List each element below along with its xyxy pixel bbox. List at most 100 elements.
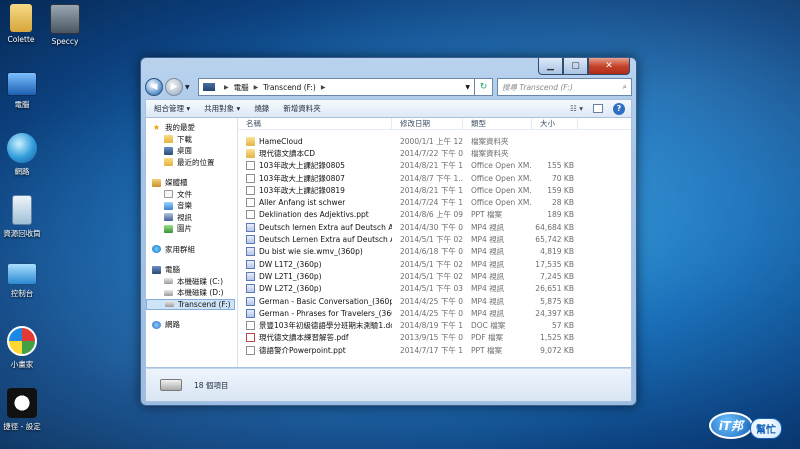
desktop-icon-shortcut[interactable]: 捷徑 - 設定 (0, 388, 47, 432)
file-row[interactable]: Deutsch lernen Extra auf Deutsch Absc...… (238, 221, 631, 233)
breadcrumb-separator[interactable]: ▶ (224, 84, 229, 91)
computer-icon (152, 265, 161, 274)
nav-label: 網路 (165, 320, 180, 330)
search-input[interactable]: 搜尋 Transcend (F:) ⌕ (497, 78, 632, 96)
nav-item-drive-f[interactable]: Transcend (F:) (146, 298, 235, 310)
nav-item-pictures[interactable]: 圖片 (146, 223, 237, 235)
file-size: 28 KB (552, 198, 574, 208)
nav-item-videos[interactable]: 視訊 (146, 212, 237, 224)
column-header-type[interactable]: 類型 (463, 118, 532, 129)
desktop-icon-recycle-bin[interactable]: 資源回收筒 (0, 195, 47, 239)
nav-homegroup[interactable]: 家用群組 (146, 244, 237, 256)
file-name: 現代德文讀本練習解答.pdf (259, 333, 349, 343)
file-row[interactable]: HameCloud 2000/1/1 上午 12... 檔案資料夾 (238, 135, 631, 147)
nav-label: 電腦 (165, 265, 180, 275)
maximize-button[interactable]: ▢ (563, 58, 588, 75)
column-header-date[interactable]: 修改日期 (392, 118, 463, 129)
desktop-icon-control-panel[interactable]: 控制台 (0, 263, 47, 299)
nav-network[interactable]: 網路 (146, 319, 237, 331)
file-size: 159 KB (547, 185, 574, 195)
file-name: German - Phrases for Travelers_(360p) ..… (259, 308, 392, 318)
computer-icon (203, 83, 215, 91)
breadcrumb-drive[interactable]: Transcend (F:) (263, 83, 316, 92)
file-name: DW L2T1_(360p) (259, 271, 322, 281)
mp4-file-icon (246, 308, 255, 318)
column-headers: 名稱 修改日期 類型 大小 (238, 118, 631, 130)
burn-button[interactable]: 燒錄 (254, 103, 269, 114)
column-header-size[interactable]: 大小 (532, 118, 578, 129)
breadcrumb[interactable]: ▶ 電腦 ▶ Transcend (F:) ▶ ▼ (198, 78, 475, 96)
nav-item-drive-c[interactable]: 本機磁碟 (C:) (146, 276, 237, 288)
nav-item-downloads[interactable]: 下載 (146, 134, 237, 146)
file-type: 檔案資料夾 (471, 148, 509, 158)
nav-libraries[interactable]: 媒體櫃 (146, 177, 237, 189)
desktop-icon-label: 捷徑 - 設定 (3, 422, 41, 431)
nav-group-homegroup: 家用群組 (146, 244, 237, 256)
organize-button[interactable]: 組合管理 ▾ (154, 103, 190, 114)
desktop-icon-speccy[interactable]: Speccy (40, 4, 90, 46)
new-folder-button[interactable]: 新增資料夾 (283, 103, 321, 114)
refresh-button[interactable]: ↻ (475, 78, 493, 96)
file-row[interactable]: Du bist wie sie.wmv_(360p) 2014/6/18 下午 0… (238, 246, 631, 258)
file-row[interactable]: DW L2T2_(360p) 2014/5/1 下午 03... MP4 視訊 26,… (238, 283, 631, 295)
file-name-cell: Deutsch Lernen Extra auf Deutsch Absc... (238, 235, 392, 245)
nav-favorites[interactable]: ★ 我的最愛 (146, 122, 237, 134)
nav-group-computer: 電腦 本機磁碟 (C:) 本機磁碟 (D:) Transcend (F:) (146, 264, 237, 310)
file-name: Du bist wie sie.wmv_(360p) (259, 247, 363, 257)
file-date: 2014/8/21 下午 1... (400, 161, 463, 171)
file-row[interactable]: DW L2T1_(360p) 2014/5/1 下午 02... MP4 視訊 7,2… (238, 270, 631, 282)
file-row[interactable]: 現代德文讀本CD 2014/7/22 下午 0... 檔案資料夾 (238, 147, 631, 159)
mp4-file-icon (246, 259, 255, 269)
folder-icon (10, 4, 32, 32)
window-controls: ▁ ▢ ✕ (538, 58, 630, 75)
file-name: 現代德文讀本CD (259, 148, 316, 158)
desktop-icon-network[interactable]: 網路 (0, 133, 47, 177)
details-pane: 18 個項目 (145, 368, 632, 402)
view-options-icon[interactable]: ☷ ▾ (570, 104, 583, 113)
nav-item-desktop[interactable]: 桌面 (146, 145, 237, 157)
file-row[interactable]: Deutsch Lernen Extra auf Deutsch Absc...… (238, 233, 631, 245)
nav-computer[interactable]: 電腦 (146, 264, 237, 276)
file-row[interactable]: 現代德文讀本練習解答.pdf 2013/9/15 下午 0... PDF 檔案 1,5… (238, 332, 631, 344)
back-button[interactable]: ◀ (145, 78, 163, 96)
preview-pane-icon[interactable] (593, 104, 603, 113)
desktop-icon-label: 小畫家 (10, 360, 34, 369)
nav-item-recent-places[interactable]: 最近的位置 (146, 157, 237, 169)
desktop-icon-label: 控制台 (10, 289, 34, 298)
forward-button[interactable]: ▶ (165, 78, 183, 96)
nav-item-music[interactable]: 音樂 (146, 200, 237, 212)
mp4-file-icon (246, 284, 255, 294)
file-row[interactable]: 德語警介Powerpoint.ppt 2014/7/17 下午 1... PPT 檔… (238, 344, 631, 356)
address-dropdown-icon[interactable]: ▼ (465, 84, 470, 91)
help-icon[interactable]: ? (613, 102, 625, 115)
file-row[interactable]: 103年政大上課記錄0805 2014/8/21 下午 1... Office Op… (238, 160, 631, 172)
file-row[interactable]: 景豐103年初級德語學分班期末測驗1.doc 2014/8/19 下午 1... D… (238, 319, 631, 331)
minimize-button[interactable]: ▁ (538, 58, 563, 75)
file-row[interactable]: Aller Anfang ist schwer 2014/7/24 下午 1...… (238, 196, 631, 208)
share-with-button[interactable]: 共用對象 ▾ (204, 103, 240, 114)
file-name-cell: 現代德文讀本練習解答.pdf (238, 332, 392, 343)
nav-label: 圖片 (177, 224, 192, 234)
desktop-icon-paint[interactable]: 小畫家 (0, 326, 47, 370)
file-name: Deutsch Lernen Extra auf Deutsch Absc... (259, 235, 392, 245)
file-type: DOC 檔案 (471, 321, 506, 331)
ppt-file-icon (246, 210, 255, 220)
column-header-name[interactable]: 名稱 (238, 118, 392, 129)
desktop-icon-computer[interactable]: 電腦 (0, 72, 47, 110)
recent-pages-dropdown[interactable]: ▼ (185, 84, 195, 91)
navigation-pane: ★ 我的最愛 下載 桌面 最近的位置 媒體櫃 文件 音樂 視訊 圖片 家用群組 電… (146, 118, 238, 367)
nav-item-drive-d[interactable]: 本機磁碟 (D:) (146, 287, 237, 299)
breadcrumb-separator[interactable]: ▶ (321, 84, 326, 91)
breadcrumb-separator[interactable]: ▶ (254, 84, 259, 91)
file-row[interactable]: DW L1T2_(360p) 2014/5/1 下午 02... MP4 視訊 17,… (238, 258, 631, 270)
file-name: Aller Anfang ist schwer (259, 198, 346, 208)
file-row[interactable]: Deklination des Adjektivs.ppt 2014/8/6 上午… (238, 209, 631, 221)
file-row[interactable]: 103年政大上課記錄0819 2014/8/21 下午 1... Office Op… (238, 184, 631, 196)
file-row[interactable]: German - Phrases for Travelers_(360p) ..… (238, 307, 631, 319)
close-button[interactable]: ✕ (588, 58, 630, 75)
file-row[interactable]: 103年政大上課記錄0807 2014/8/7 下午 1... Office Ope… (238, 172, 631, 184)
file-row[interactable]: German - Basic Conversation_(360p) - ...… (238, 295, 631, 307)
nav-item-documents[interactable]: 文件 (146, 189, 237, 201)
file-type: PPT 檔案 (471, 210, 503, 220)
breadcrumb-computer[interactable]: 電腦 (234, 82, 249, 93)
